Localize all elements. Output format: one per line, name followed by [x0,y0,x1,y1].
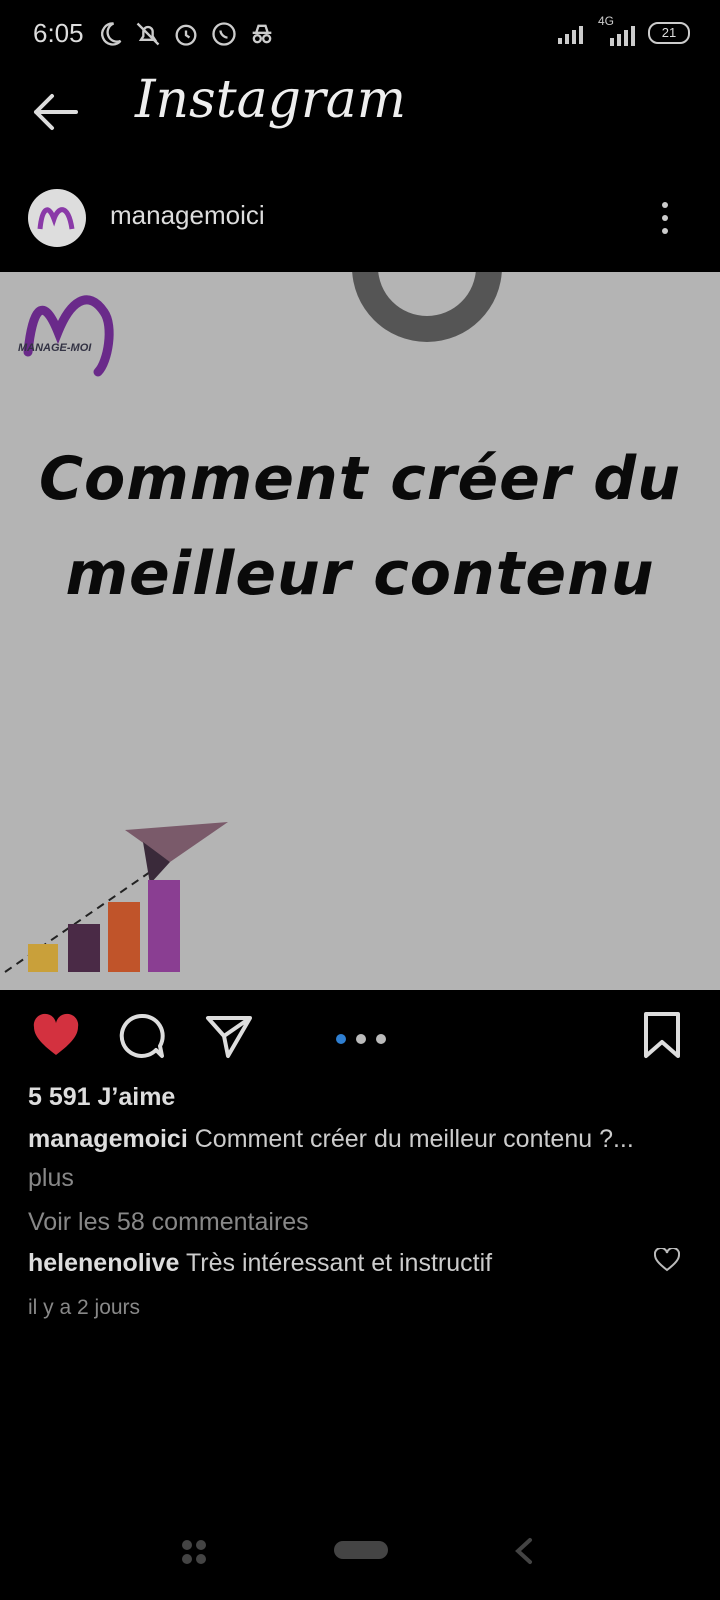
network-4g-signal: 4G [598,14,638,46]
comment-text: Très intéressant et instructif [185,1249,493,1277]
moon-icon [101,22,122,46]
whatsapp-icon [212,22,236,46]
post-timestamp: il y a 2 jours [28,1296,141,1319]
caption: managemoici Comment créer du meilleur co… [28,1125,698,1154]
decorative-ring [352,272,502,342]
caption-text: Comment créer du meilleur contenu ?... [194,1125,634,1153]
caption-username[interactable]: managemoici [28,1125,188,1153]
carousel-dot-3 [376,1034,386,1044]
signal-icon [558,26,583,44]
post-username[interactable]: managemoici [110,200,265,231]
incognito-icon [252,24,272,44]
likes-count[interactable]: 5 591 J’aime [28,1083,175,1112]
bell-off-icon [136,22,160,46]
carousel-indicator [336,1034,386,1044]
heart-icon[interactable] [30,1010,82,1062]
comment-heart-icon[interactable] [654,1248,680,1272]
instagram-logo-text: Instagram [135,70,407,130]
post-actions [0,1010,720,1070]
more-options-icon[interactable] [658,200,672,236]
recent-apps-icon[interactable] [180,1538,208,1566]
comment-username[interactable]: helenenolive [28,1249,179,1277]
comment-row: helenenolive Très intéressant et instruc… [28,1249,492,1278]
status-bar: 6:05 4G 21 [0,0,720,70]
nav-back-icon[interactable] [510,1536,536,1566]
logo-text: MANAGE-MOI [18,342,92,354]
share-icon[interactable] [202,1010,254,1062]
carousel-dot-1 [336,1034,346,1044]
status-icons [96,20,276,48]
manage-moi-logo [23,295,114,377]
status-right: 4G 21 [558,14,690,46]
battery-indicator: 21 [648,22,690,44]
status-time: 6:05 [33,18,84,48]
bookmark-icon[interactable] [638,1010,690,1062]
alarm-icon [175,24,197,46]
manage-moi-avatar-logo [37,207,75,230]
signal-4g-icon [610,26,635,46]
avatar[interactable] [28,189,86,247]
comment-icon[interactable] [116,1010,168,1062]
back-arrow-icon[interactable] [30,90,80,134]
view-comments-link[interactable]: Voir les 58 commentaires [28,1208,309,1237]
carousel-dot-2 [356,1034,366,1044]
home-pill-button[interactable] [334,1541,388,1559]
caption-more-link[interactable]: plus [28,1164,74,1193]
growth-illustration [4,822,228,973]
post-image-title: Comment créer du meilleur contenu [39,444,681,609]
post-image[interactable]: MANAGE-MOI Comment créer du meilleur con… [0,272,720,990]
